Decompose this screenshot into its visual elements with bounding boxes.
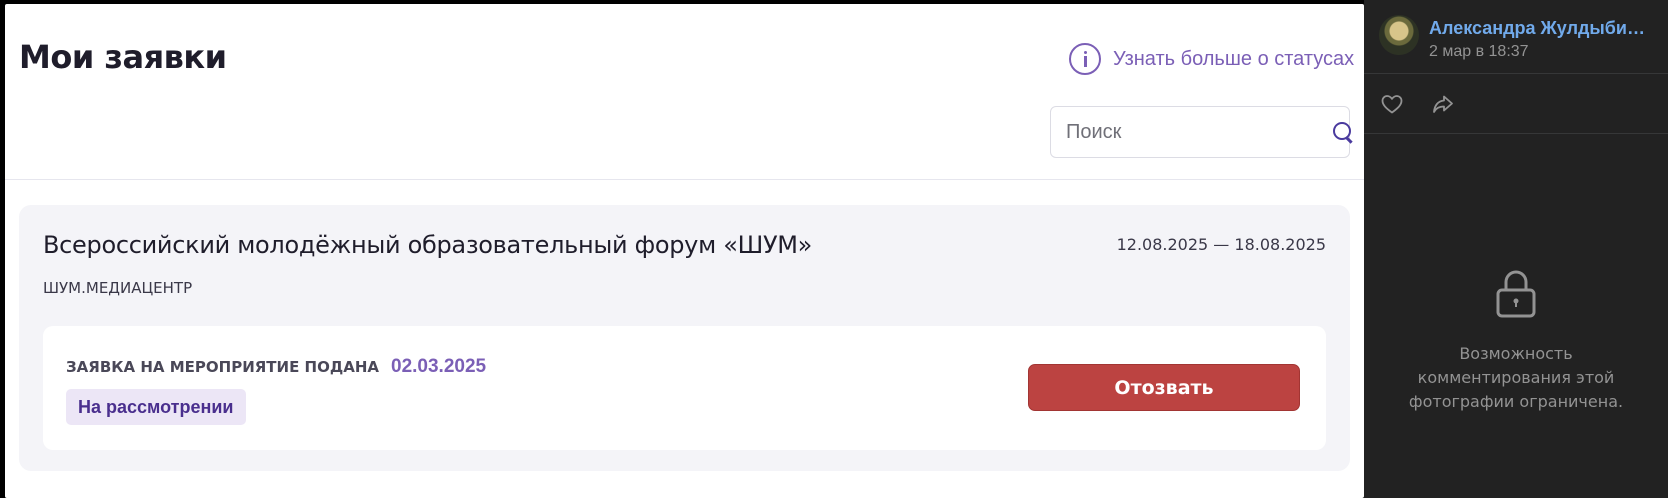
search-icon[interactable] (1331, 120, 1351, 144)
photo-sidebar: Александра Жулдыбина 2 мар в 18:37 Возмо… (1364, 0, 1668, 498)
comments-restricted-text: Возможность комментирования этой фотогра… (1408, 344, 1624, 411)
status-info-link[interactable]: Узнать больше о статусах (1069, 42, 1354, 76)
event-title: Всероссийский молодёжный образовательный… (43, 231, 813, 259)
header-divider (5, 179, 1364, 180)
search-box[interactable] (1050, 106, 1351, 158)
event-dates: 12.08.2025 — 18.08.2025 (1116, 235, 1326, 254)
photo-content: Мои заявки Узнать больше о статусах Всер… (5, 4, 1364, 498)
sidebar-divider (1364, 73, 1668, 74)
application-status-line: ЗАЯВКА НА МЕРОПРИЯТИЕ ПОДАНА 02.03.2025 (66, 356, 486, 378)
post-time[interactable]: 2 мар в 18:37 (1429, 43, 1647, 61)
info-icon (1069, 43, 1101, 75)
application-status-label: ЗАЯВКА НА МЕРОПРИЯТИЕ ПОДАНА (66, 358, 379, 376)
lock-icon (1496, 270, 1536, 318)
search-input[interactable] (1066, 120, 1331, 144)
author-row: Александра Жулдыбина 2 мар в 18:37 (1379, 15, 1647, 61)
comments-restricted-block: Возможность комментирования этой фотогра… (1364, 268, 1668, 414)
status-badge: На рассмотрении (66, 389, 246, 425)
heart-icon[interactable] (1380, 92, 1404, 116)
event-organization: ШУМ.МЕДИАЦЕНТР (43, 279, 193, 297)
status-info-link-label: Узнать больше о статусах (1113, 47, 1355, 70)
event-card: Всероссийский молодёжный образовательный… (19, 205, 1350, 471)
author-name[interactable]: Александра Жулдыбина (1429, 18, 1647, 39)
share-arrow-icon[interactable] (1431, 92, 1455, 116)
application-date: 02.03.2025 (391, 356, 487, 377)
withdraw-button[interactable]: Отозвать (1028, 364, 1300, 411)
photo-viewer: Мои заявки Узнать больше о статусах Всер… (0, 0, 1364, 498)
avatar[interactable] (1379, 15, 1419, 55)
application-card: ЗАЯВКА НА МЕРОПРИЯТИЕ ПОДАНА 02.03.2025 … (43, 326, 1326, 450)
actions-row (1380, 92, 1455, 116)
page-title: Мои заявки (19, 38, 227, 76)
sidebar-divider (1364, 133, 1668, 134)
